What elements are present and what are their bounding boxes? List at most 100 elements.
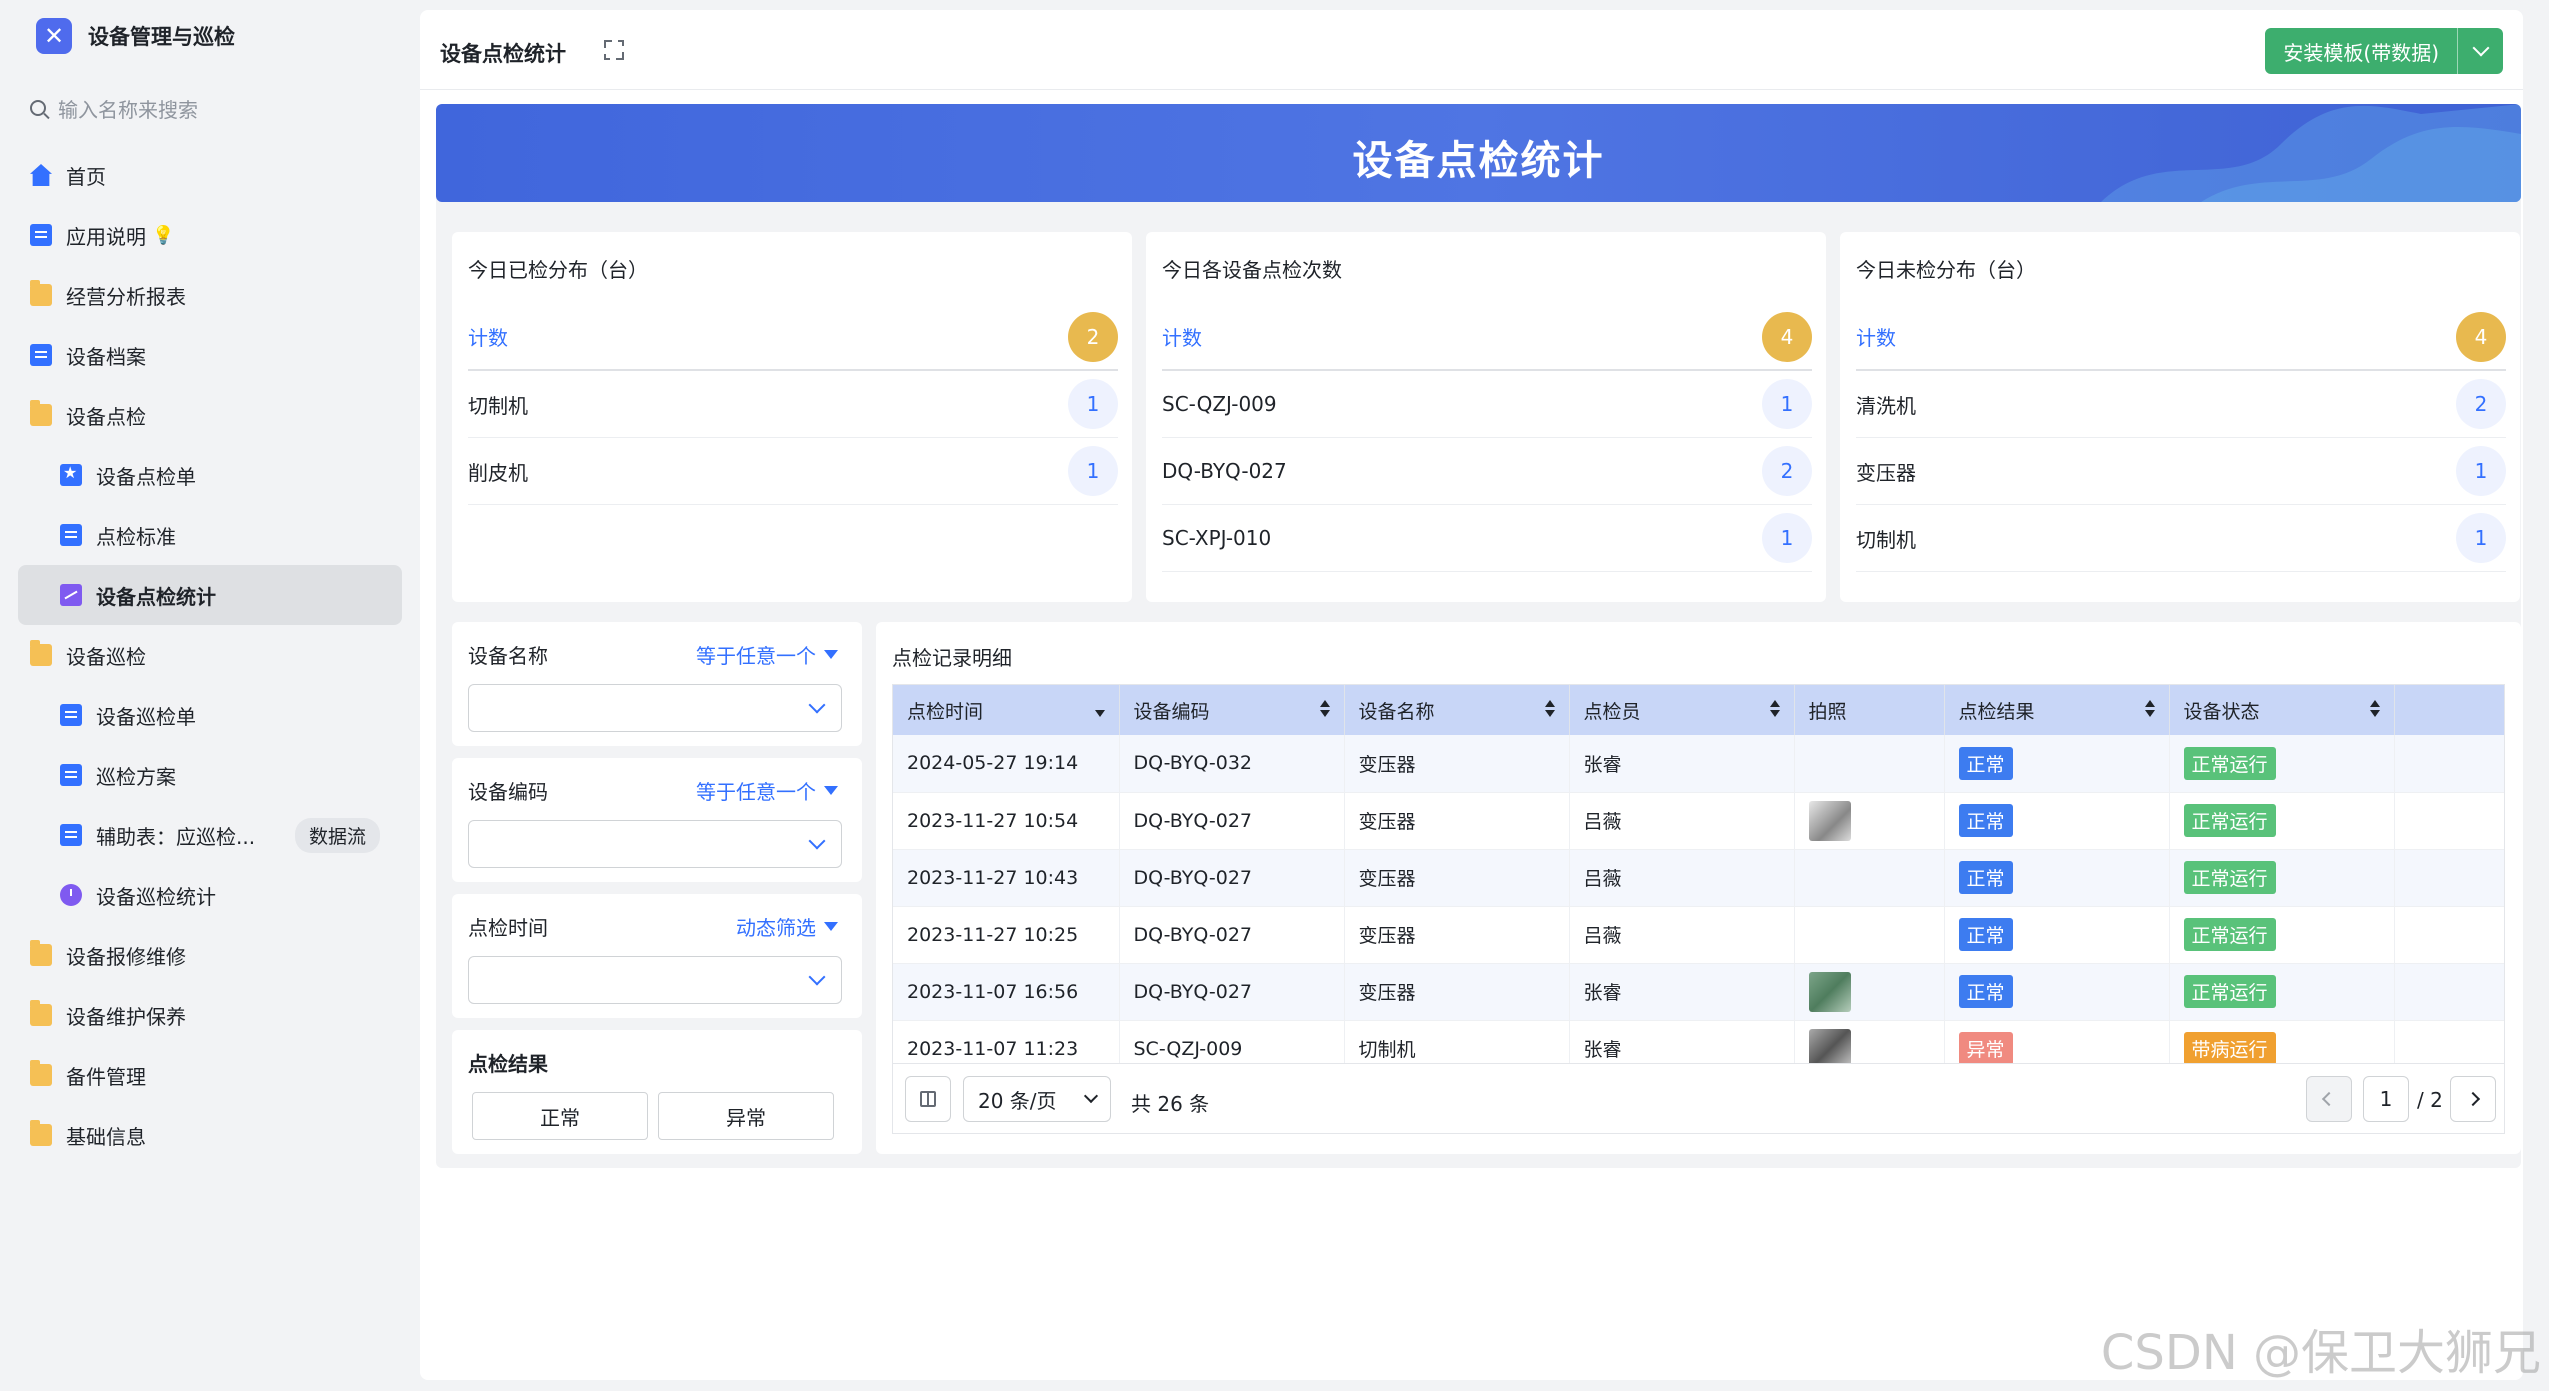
table-row[interactable]: 2023-11-27 10:54 DQ-BYQ-027 变压器 吕薇 正常 正常运行 [893,792,2504,850]
result-tag: 正常 [1958,918,2013,951]
stat-row[interactable]: 变压器 1 [1856,438,2506,505]
sidebar-item-basic-info[interactable]: 基础信息 [18,1105,402,1165]
filter-check-result: 点检结果 正常 异常 [452,1030,862,1154]
photo-thumbnail[interactable] [1808,1028,1851,1063]
filter-operator-dropdown[interactable]: 动态筛选 [736,912,838,941]
cell-spacer [2394,735,2504,793]
sidebar-item-maintenance[interactable]: 设备维护保养 [18,985,402,1045]
chevron-down-icon [808,832,826,850]
doc-icon [60,524,82,546]
sidebar-item-device-check[interactable]: 设备点检 [18,385,402,445]
chevron-down-icon [1083,1088,1099,1104]
count-badge: 2 [2456,379,2506,429]
chevron-left-icon [2321,1091,2337,1107]
fullscreen-icon[interactable] [604,40,624,60]
sidebar-item-device-archive[interactable]: 设备档案 [18,325,402,385]
result-normal-button[interactable]: 正常 [472,1092,648,1140]
stat-row[interactable]: 削皮机 1 [468,438,1118,505]
sidebar-item-patrol-plan[interactable]: 巡检方案 [18,745,402,805]
cell-status: 带病运行 [2169,1020,2395,1063]
sidebar-item-patrol-stats[interactable]: 设备巡检统计 [18,865,402,925]
install-template-button[interactable]: 安装模板(带数据) [2265,28,2503,74]
col-spacer [2394,685,2504,735]
filter-operator-dropdown[interactable]: 等于任意一个 [696,640,838,669]
device-code-select[interactable] [468,820,842,868]
sort-icon [1319,700,1330,720]
sidebar-item-check-form[interactable]: 设备点检单 [18,445,402,505]
banner-title: 设备点检统计 [1352,138,1605,184]
check-time-select[interactable] [468,956,842,1004]
search-placeholder: 输入名称来搜索 [58,97,198,122]
page-input[interactable]: 1 [2363,1076,2409,1122]
cell-inspector: 张睿 [1569,735,1795,793]
pager-toggle-button[interactable] [905,1076,951,1122]
table-row[interactable]: 2023-11-07 16:56 DQ-BYQ-027 变压器 张睿 正常 正常运行 [893,963,2504,1021]
stat-list: 计数 4 SC-QZJ-009 1 DQ-BYQ-027 2 SC-XPJ-010 1 [1162,304,1812,572]
cell-status: 正常运行 [2169,906,2395,964]
sidebar-item-check-standard[interactable]: 点检标准 [18,505,402,565]
search-icon [30,100,46,116]
next-page-button[interactable] [2450,1076,2496,1122]
stat-row[interactable]: SC-XPJ-010 1 [1162,505,1812,572]
cell-status: 正常运行 [2169,735,2395,793]
stat-title: 今日已检分布（台） [468,258,648,282]
sidebar-item-spare-parts[interactable]: 备件管理 [18,1045,402,1105]
sort-icon [1769,700,1780,720]
cell-inspector: 吕薇 [1569,792,1795,850]
sidebar-item-app-guide[interactable]: 应用说明 💡 [18,205,402,265]
photo-thumbnail[interactable] [1808,800,1851,841]
cell-code: DQ-BYQ-027 [1119,963,1345,1021]
table-row[interactable]: 2023-11-27 10:25 DQ-BYQ-027 变压器 吕薇 正常 正常运行 [893,906,2504,964]
stat-row[interactable]: SC-QZJ-009 1 [1162,371,1812,438]
cell-name: 变压器 [1344,906,1570,964]
col-check-time[interactable]: 点检时间 [893,685,1120,735]
col-device-name[interactable]: 设备名称 [1344,685,1570,735]
stat-row[interactable]: 清洗机 2 [1856,371,2506,438]
col-photo: 拍照 [1794,685,1945,735]
filter-device-code: 设备编码 等于任意一个 [452,758,862,882]
stat-row[interactable]: 切制机 1 [468,371,1118,438]
cell-time: 2023-11-27 10:54 [893,792,1120,850]
brand[interactable]: ✕ 设备管理与巡检 [36,16,235,56]
folder-open-icon [30,640,52,666]
count-badge: 2 [1762,446,1812,496]
sidebar-item-home[interactable]: 首页 [18,145,402,205]
cell-name: 变压器 [1344,735,1570,793]
device-name-select[interactable] [468,684,842,732]
cell-result: 异常 [1944,1020,2170,1063]
cell-code: SC-QZJ-009 [1119,1020,1345,1063]
stat-row[interactable]: 切制机 1 [1856,505,2506,572]
status-tag: 带病运行 [2183,1032,2276,1063]
prev-page-button[interactable] [2306,1076,2352,1122]
folder-icon [30,280,52,306]
sort-icon [1094,700,1105,720]
table-row[interactable]: 2023-11-27 10:43 DQ-BYQ-027 变压器 吕薇 正常 正常运行 [893,849,2504,907]
filter-operator-dropdown[interactable]: 等于任意一个 [696,776,838,805]
stat-row[interactable]: DQ-BYQ-027 2 [1162,438,1812,505]
col-status[interactable]: 设备状态 [2169,685,2395,735]
install-dropdown-button[interactable] [2457,28,2503,74]
table-row[interactable]: 2024-05-27 19:14 DQ-BYQ-032 变压器 张睿 正常 正常运行 [893,735,2504,793]
col-inspector[interactable]: 点检员 [1569,685,1795,735]
sidebar-item-business-report[interactable]: 经营分析报表 [18,265,402,325]
col-result[interactable]: 点检结果 [1944,685,2170,735]
table-row[interactable]: 2023-11-07 11:23 SC-QZJ-009 切制机 张睿 异常 带病运行 [893,1020,2504,1063]
photo-thumbnail[interactable] [1808,971,1851,1012]
stat-title: 今日各设备点检次数 [1162,258,1342,282]
cell-result: 正常 [1944,849,2170,907]
caret-down-icon [824,650,838,659]
chevron-right-icon [2465,1091,2481,1107]
sidebar-search[interactable]: 输入名称来搜索 [30,90,198,126]
sidebar-item-check-stats[interactable]: 设备点检统计 [18,565,402,625]
sidebar-item-patrol-form[interactable]: 设备巡检单 [18,685,402,745]
sidebar-item-aux-table[interactable]: 辅助表：应巡检... 数据流 [18,805,402,865]
result-tag: 正常 [1958,861,2013,894]
result-abnormal-button[interactable]: 异常 [658,1092,834,1140]
folder-icon [30,1120,52,1146]
sidebar-item-patrol[interactable]: 设备巡检 [18,625,402,685]
sidebar-item-repair[interactable]: 设备报修维修 [18,925,402,985]
install-template-label: 安装模板(带数据) [2283,40,2439,65]
cell-photo [1794,792,1945,850]
page-size-select[interactable]: 20 条/页 [963,1076,1111,1122]
col-device-code[interactable]: 设备编码 [1119,685,1345,735]
